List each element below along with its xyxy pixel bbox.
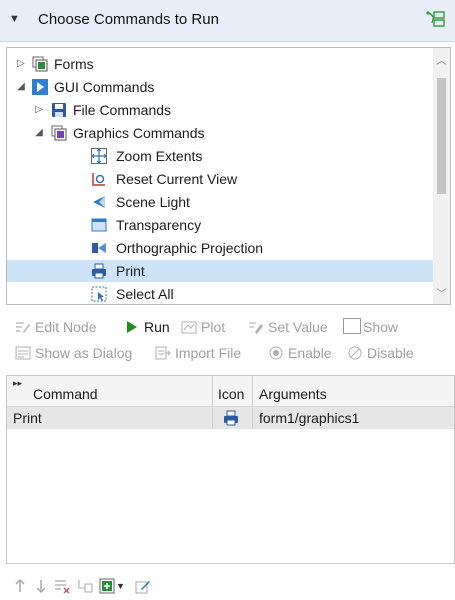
print-icon[interactable] <box>223 410 239 426</box>
edit-node-label: Edit Node <box>35 319 97 335</box>
column-divider <box>212 407 213 429</box>
run-icon <box>124 319 140 333</box>
tree-item-label: Transparency <box>116 217 202 233</box>
tree-item-file-commands[interactable]: ▷ File Commands <box>7 99 433 121</box>
show-as-dialog-icon <box>15 345 31 360</box>
commands-table[interactable]: ▸▸ Command Icon Arguments Print form1/gr… <box>6 375 455 564</box>
move-down-icon[interactable] <box>33 578 49 594</box>
tree-item-select-all[interactable]: Select All <box>7 283 433 304</box>
scroll-down-icon[interactable]: ﹀ <box>433 285 450 300</box>
add-command-icon[interactable] <box>99 578 115 594</box>
reset-view-icon <box>91 171 107 187</box>
set-value-icon <box>248 319 264 334</box>
dropdown-arrow-icon[interactable]: ▼ <box>116 578 132 594</box>
file-commands-icon <box>51 102 67 118</box>
tree-item-label: Select All <box>116 286 174 302</box>
tree-item-label: GUI Commands <box>54 79 155 95</box>
set-value-button[interactable]: Set Value <box>248 317 328 337</box>
column-header-command[interactable]: Command <box>33 376 98 406</box>
cell-arguments[interactable]: form1/graphics1 <box>259 407 359 429</box>
tree-item-forms[interactable]: ▷ Forms <box>7 53 433 75</box>
run-label: Run <box>144 319 170 335</box>
import-file-button[interactable]: Import File <box>155 343 241 363</box>
scene-light-icon <box>91 194 107 210</box>
tree-item-graphics-commands[interactable]: ◢ Graphics Commands <box>7 122 433 144</box>
disable-label: Disable <box>367 345 414 361</box>
tree-item-scene-light[interactable]: Scene Light <box>7 191 433 213</box>
edit-node-icon <box>15 319 31 333</box>
graphics-commands-icon <box>51 125 67 141</box>
disable-button[interactable]: Disable <box>347 343 414 363</box>
tree-scrollbar[interactable]: ︿ ﹀ <box>433 48 450 304</box>
plot-label: Plot <box>201 319 226 335</box>
show-label: Show <box>363 319 399 335</box>
tree-item-label: Zoom Extents <box>116 148 203 164</box>
set-value-label: Set Value <box>268 319 328 335</box>
zoom-extents-icon <box>91 148 107 164</box>
show-icon <box>343 318 361 334</box>
run-button[interactable]: Run <box>124 317 170 337</box>
section-header[interactable]: ▼ Choose Commands to Run <box>0 0 455 42</box>
collapse-arrow-icon[interactable]: ◢ <box>33 122 45 144</box>
disable-icon <box>347 345 363 360</box>
triangle-down-icon[interactable]: ▼ <box>9 13 20 25</box>
delete-icon[interactable] <box>54 578 70 594</box>
collapse-arrow-icon[interactable]: ◢ <box>15 76 27 98</box>
tree-item-label: Print <box>116 263 145 279</box>
forms-icon <box>32 56 48 72</box>
tree-item-label: Graphics Commands <box>73 125 205 141</box>
orthographic-projection-icon <box>91 240 107 256</box>
tree-item-reset-current-view[interactable]: Reset Current View <box>7 168 433 190</box>
tree-item-print[interactable]: Print <box>7 260 433 282</box>
column-header-arguments[interactable]: Arguments <box>259 376 327 406</box>
transparency-icon <box>91 217 107 233</box>
enable-icon <box>268 345 284 360</box>
command-tree[interactable]: ▷ Forms ◢ GUI Commands ▷ File Commands ◢… <box>6 47 451 305</box>
tree-item-label: Forms <box>54 56 94 72</box>
print-icon <box>91 263 107 279</box>
tree-item-transparency[interactable]: Transparency <box>7 214 433 236</box>
tree-item-label: Reset Current View <box>116 171 238 187</box>
scroll-up-icon[interactable]: ︿ <box>433 52 450 67</box>
table-row[interactable]: Print form1/graphics1 <box>7 407 454 429</box>
expand-arrow-icon[interactable]: ▷ <box>15 53 27 75</box>
gui-commands-icon <box>32 79 48 95</box>
show-button[interactable]: Show <box>343 317 398 337</box>
enable-label: Enable <box>288 345 332 361</box>
section-title: Choose Commands to Run <box>38 11 219 28</box>
plot-button[interactable]: Plot <box>181 317 225 337</box>
double-arrow-icon[interactable]: ▸▸ <box>13 378 22 388</box>
column-divider <box>252 407 253 429</box>
import-file-label: Import File <box>175 345 242 361</box>
column-header-icon[interactable]: Icon <box>218 376 244 406</box>
expand-arrow-icon[interactable]: ▷ <box>33 99 45 121</box>
move-up-icon[interactable] <box>12 578 28 594</box>
clear-table-icon[interactable] <box>77 578 93 594</box>
tree-item-label: Scene Light <box>116 194 190 210</box>
enable-button[interactable]: Enable <box>268 343 332 363</box>
tree-item-gui-commands[interactable]: ◢ GUI Commands <box>7 76 433 98</box>
import-file-icon <box>155 345 171 360</box>
tree-item-label: Orthographic Projection <box>116 240 264 256</box>
tree-node-icon[interactable] <box>425 9 447 32</box>
column-divider <box>252 376 253 406</box>
cell-command[interactable]: Print <box>13 407 42 429</box>
tree-item-label: File Commands <box>73 102 172 118</box>
tree-item-zoom-extents[interactable]: Zoom Extents <box>7 145 433 167</box>
edit-icon[interactable] <box>135 578 151 594</box>
edit-node-button[interactable]: Edit Node <box>15 317 96 337</box>
show-as-dialog-label: Show as Dialog <box>35 345 133 361</box>
scroll-thumb[interactable] <box>437 78 446 194</box>
plot-icon <box>181 319 197 334</box>
select-all-icon <box>91 286 107 302</box>
show-as-dialog-button[interactable]: Show as Dialog <box>15 343 132 363</box>
column-divider <box>212 376 213 406</box>
tree-item-orthographic-projection[interactable]: Orthographic Projection <box>7 237 433 259</box>
table-header: ▸▸ Command Icon Arguments <box>7 376 454 407</box>
